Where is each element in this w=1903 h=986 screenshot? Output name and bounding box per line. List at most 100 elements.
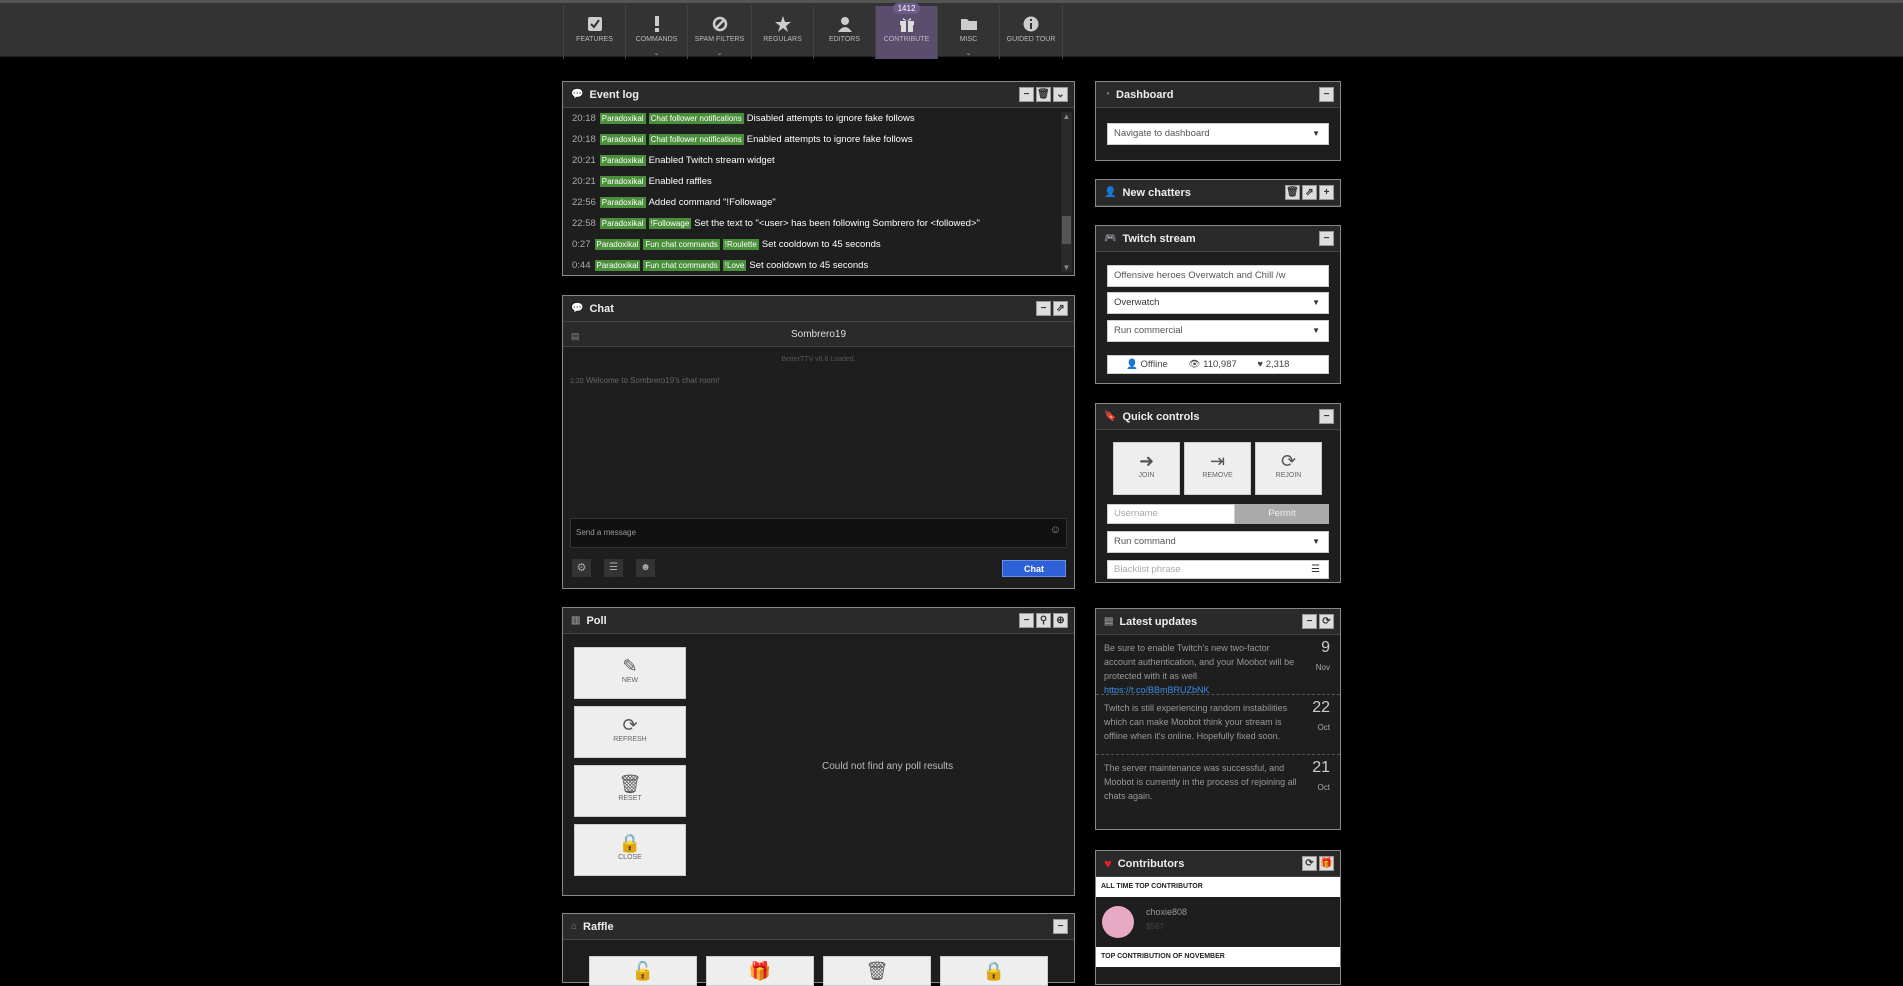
list-item: Be sure to enable Twitch's new two-facto… <box>1096 635 1340 695</box>
all-time-label: ALL TIME TOP CONTRIBUTOR <box>1096 877 1340 897</box>
log-text: Added command "!Followage" <box>648 197 776 208</box>
log-text: Set cooldown to 45 seconds <box>761 239 881 250</box>
heart-icon: ♥ <box>1104 856 1112 871</box>
log-tag: Paradoxikal <box>599 113 646 124</box>
chat-channel-bar: ▤ Sombrero19 <box>563 322 1074 347</box>
heart-icon: ♥ <box>1257 359 1264 370</box>
chat-channel-name: Sombrero19 <box>790 329 847 340</box>
nav-commands[interactable]: COMMANDS ⌄ <box>625 6 687 59</box>
chat-send-button[interactable]: Chat <box>1002 560 1066 577</box>
username-input[interactable]: Username <box>1107 504 1235 524</box>
nav-features[interactable]: FEATURES <box>563 6 625 59</box>
nav-guided-tour[interactable]: GUIDED TOUR <box>999 6 1063 59</box>
quick-controls-header: 🔖 Quick controls − <box>1096 404 1340 430</box>
dashboard-select[interactable]: Navigate to dashboard ▼ <box>1107 123 1329 145</box>
raffle-gift-button[interactable]: 🎁 <box>706 956 814 986</box>
contributors-title: Contributors <box>1117 857 1185 870</box>
poll-empty-message: Could not find any poll results <box>822 761 954 772</box>
twitch-stream-panel: 🎮 Twitch stream − Offensive heroes Overw… <box>1095 225 1341 384</box>
permit-button[interactable]: Permit <box>1235 504 1329 524</box>
minimize-button[interactable]: − <box>1302 614 1317 629</box>
nav-editors[interactable]: EDITORS <box>813 6 875 59</box>
gift-button[interactable]: 🎁 <box>1319 856 1334 871</box>
list-icon[interactable]: ▤ <box>571 324 580 349</box>
menu-icon[interactable]: ☰ <box>1311 561 1320 578</box>
nav-regulars[interactable]: REGULARS <box>751 6 813 59</box>
refresh-button[interactable]: ⟳ <box>1302 856 1317 871</box>
star-icon <box>774 16 791 32</box>
contributor-name: choxie808 <box>1146 907 1188 917</box>
popout-button[interactable]: ⇗ <box>1053 301 1068 316</box>
poll-reset-button[interactable]: 🗑 RESET <box>574 765 686 817</box>
update-day: 22 <box>1312 699 1330 716</box>
nav-guided-tour-label: GUIDED TOUR <box>1006 36 1056 43</box>
twitch-header: 🎮 Twitch stream − <box>1096 226 1340 252</box>
zoom-out-button[interactable]: ⚲ <box>1036 613 1051 628</box>
join-button[interactable]: ➜ JOIN <box>1113 442 1180 495</box>
rejoin-button[interactable]: ⟳ REJOIN <box>1255 442 1322 495</box>
minimize-button[interactable]: − <box>1319 409 1334 424</box>
update-link[interactable]: https://t.co/BBmBRUZbNK <box>1104 685 1210 695</box>
commercial-select[interactable]: Run commercial ▼ <box>1107 320 1329 342</box>
raffle-close-button[interactable]: 🔒 <box>940 956 1048 986</box>
emoji-icon[interactable]: ☺ <box>1050 524 1061 536</box>
nav-contribute[interactable]: 1412 CONTRIBUTE <box>875 3 937 59</box>
log-tag: !Roulette <box>722 239 759 250</box>
gift-icon <box>899 18 914 32</box>
chevron-down-icon: ⌄ <box>716 50 723 57</box>
minimize-button[interactable]: − <box>1319 231 1334 246</box>
minimize-button[interactable]: − <box>1036 301 1051 316</box>
poll-refresh-button[interactable]: ⟳ REFRESH <box>574 706 686 758</box>
latest-updates-panel: ▤ Latest updates − ⟳ Be sure to enable T… <box>1095 608 1341 830</box>
chat-title: Chat <box>589 302 614 315</box>
minimize-button[interactable]: − <box>1319 87 1334 102</box>
log-row: 22:56 Paradoxikal Added command "!Followag… <box>563 192 1061 213</box>
log-row: 22:58 Paradoxikal !Followage Set the text t… <box>563 213 1061 234</box>
nav-misc[interactable]: MISC ⌄ <box>937 6 999 59</box>
nav-regulars-label: REGULARS <box>763 36 802 43</box>
nav-commands-label: COMMANDS <box>635 36 678 43</box>
settings-button[interactable]: ⚙ <box>572 559 591 577</box>
trash-button[interactable]: 🗑 <box>1285 185 1300 200</box>
game-select[interactable]: Overwatch ▼ <box>1107 292 1329 314</box>
chat-loaded-notice: BetterTTV v6.8 Loaded. <box>781 356 856 363</box>
nav-spam-filters[interactable]: SPAM FILTERS ⌄ <box>687 6 751 59</box>
log-time: 20:18 <box>572 113 596 124</box>
event-log-scrollbar[interactable]: ▲ ▼ <box>1061 112 1072 272</box>
log-tag: Fun chat commands <box>643 260 720 271</box>
chat-panel: 💬 Chat − ⇗ ▤ Sombrero19 BetterTTV v6.8 L… <box>562 295 1075 589</box>
raffle-reset-button[interactable]: 🗑 <box>823 956 931 986</box>
trash-button[interactable]: 🗑 <box>1036 87 1051 102</box>
log-tag: Fun chat commands <box>643 239 720 250</box>
blacklist-input[interactable]: Blacklist phrase ☰ <box>1107 560 1329 579</box>
popout-button[interactable]: ⇗ <box>1302 185 1317 200</box>
trash-icon: 🗑 <box>618 774 642 794</box>
poll-close-button[interactable]: 🔒 CLOSE <box>574 824 686 876</box>
viewer-list-button[interactable]: ☰ <box>604 559 623 577</box>
chevron-down-button[interactable]: ⌄ <box>1053 87 1068 102</box>
remove-button[interactable]: ⇥ REMOVE <box>1184 442 1251 495</box>
scrollbar-thumb[interactable] <box>1062 216 1071 244</box>
event-log-header: 💬 Event log − 🗑 ⌄ <box>563 82 1074 108</box>
zoom-in-button[interactable]: ⊕ <box>1053 613 1068 628</box>
log-text: Enabled attempts to ignore fake follows <box>746 134 913 145</box>
log-row: 20:18 Paradoxikal Chat follower notificati… <box>563 108 1061 129</box>
top-navbar: FEATURES COMMANDS ⌄ SPAM FILTERS ⌄ REGUL… <box>0 0 1903 59</box>
stream-title-input[interactable]: Offensive heroes Overwatch and Chill /w <box>1107 265 1329 287</box>
viewer-count: 110,987 <box>1203 359 1237 370</box>
follower-count: 2,318 <box>1265 359 1290 370</box>
log-row: 0:44 Paradoxikal Fun chat commands !Love Set… <box>563 255 1061 275</box>
poll-new-button[interactable]: ✎ NEW <box>574 647 686 699</box>
refresh-button[interactable]: ⟳ <box>1319 614 1334 629</box>
log-tag: Paradoxikal <box>599 176 646 187</box>
dashboard-title: Dashboard <box>1116 88 1174 101</box>
minimize-button[interactable]: − <box>1053 919 1068 934</box>
expand-button[interactable]: + <box>1319 185 1334 200</box>
mod-icon-button[interactable]: ☻ <box>636 559 655 577</box>
chat-input[interactable]: Send a message ☺ <box>570 518 1067 548</box>
log-time: 20:18 <box>572 134 596 145</box>
minimize-button[interactable]: − <box>1019 613 1034 628</box>
minimize-button[interactable]: − <box>1019 87 1034 102</box>
raffle-open-button[interactable]: 🔓 <box>589 956 697 986</box>
run-command-select[interactable]: Run command ▼ <box>1107 531 1329 553</box>
